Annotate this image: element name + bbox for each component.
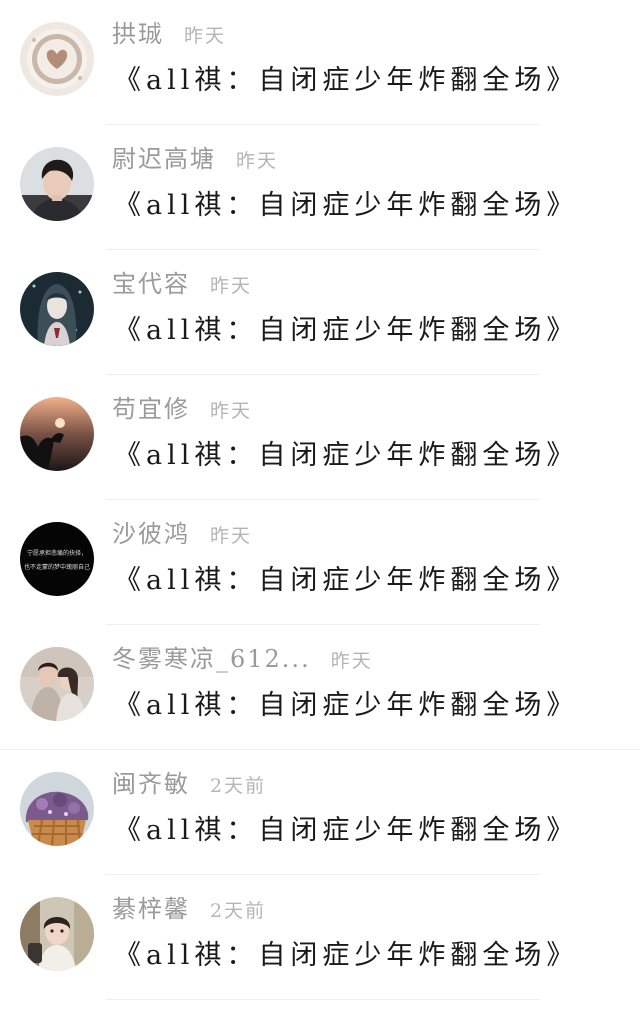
timestamp: 昨天 [236,150,279,172]
timestamp: 2天前 [210,775,267,797]
username[interactable]: 沙彼鸿 [112,514,190,549]
comment-item[interactable]: 宝代容 昨天 《all祺：自闭症少年炸翻全场》 [0,250,640,375]
avatar-caption-line: 也不走蒙的梦中瑰丽自己 [24,563,90,571]
latte-art-heart-avatar[interactable] [20,22,94,96]
comment-text: 《all祺：自闭症少年炸翻全场》 [114,315,579,346]
comment-text: 《all祺：自闭症少年炸翻全场》 [114,190,579,221]
comment-text: 《all祺：自闭症少年炸翻全场》 [114,815,579,846]
comment-item[interactable]: 宁愿承担悲痛的抉择， 也不走蒙的梦中瑰丽自己 沙彼鸿 昨天 《all祺：自闭症少… [0,500,640,625]
comment-text: 《all祺：自闭症少年炸翻全场》 [114,65,579,96]
sunset-silhouette-avatar[interactable] [20,397,94,471]
timestamp: 昨天 [330,650,373,672]
username[interactable]: 尉迟高塘 [112,139,216,174]
comment-item[interactable]: 拱珹 昨天 《all祺：自闭症少年炸翻全场》 [0,0,640,125]
username[interactable]: 宝代容 [112,264,190,299]
avatar-caption-line: 宁愿承担悲痛的抉择， [27,549,87,557]
timestamp: 昨天 [210,525,253,547]
comment-text: 《all祺：自闭症少年炸翻全场》 [114,940,579,971]
divider [106,999,540,1000]
timestamp: 2天前 [210,900,267,922]
couple-photo-avatar[interactable] [20,647,94,721]
anime-girl-avatar[interactable] [20,272,94,346]
young-man-portrait-avatar[interactable] [20,147,94,221]
comment-text: 《all祺：自闭症少年炸翻全场》 [114,565,579,596]
comment-list: 拱珹 昨天 《all祺：自闭症少年炸翻全场》 尉迟高塘 昨天 《all祺：自闭症… [0,0,640,1019]
timestamp: 昨天 [184,25,227,47]
username[interactable]: 拱珹 [112,14,164,49]
comment-item[interactable]: 苟宜修 昨天 《all祺：自闭症少年炸翻全场》 [0,375,640,500]
ice-cream-waffle-avatar[interactable] [20,772,94,846]
comment-text: 《all祺：自闭症少年炸翻全场》 [114,440,579,471]
black-text-avatar[interactable]: 宁愿承担悲痛的抉择， 也不走蒙的梦中瑰丽自己 [20,522,94,596]
comment-item[interactable]: 尉迟高塘 昨天 《all祺：自闭症少年炸翻全场》 [0,125,640,250]
username[interactable]: 苟宜修 [112,389,190,424]
child-photo-avatar[interactable] [20,897,94,971]
comment-item[interactable]: 闽齐敏 2天前 《all祺：自闭症少年炸翻全场》 [0,750,640,875]
comment-item[interactable]: 綦梓馨 2天前 《all祺：自闭症少年炸翻全场》 [0,875,640,1000]
username[interactable]: 冬雾寒凉_612... [112,639,311,674]
comment-item[interactable]: 冬雾寒凉_612... 昨天 《all祺：自闭症少年炸翻全场》 [0,625,640,750]
comment-text: 《all祺：自闭症少年炸翻全场》 [114,690,579,721]
username[interactable]: 綦梓馨 [112,889,190,924]
timestamp: 昨天 [210,400,253,422]
username[interactable]: 闽齐敏 [112,764,190,799]
timestamp: 昨天 [210,275,253,297]
